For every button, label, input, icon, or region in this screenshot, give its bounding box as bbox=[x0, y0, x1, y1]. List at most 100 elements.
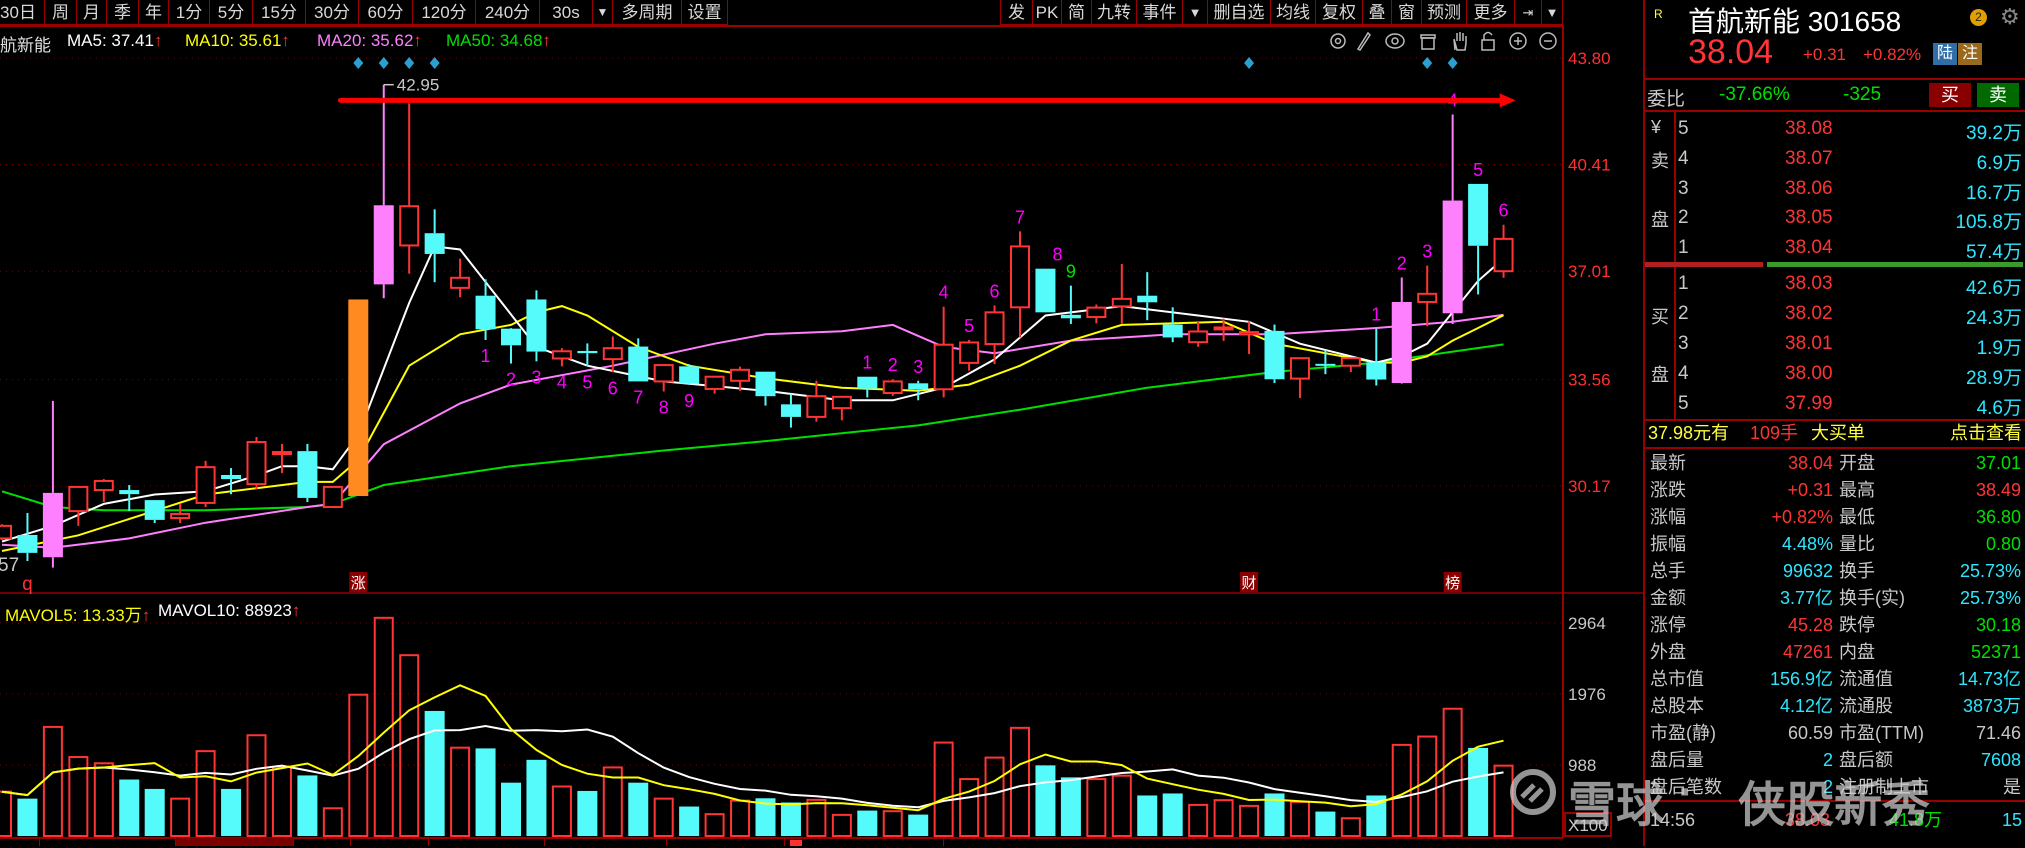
event-marker[interactable]: 涨 bbox=[351, 575, 366, 592]
stat-value: 99632 bbox=[1782, 561, 1833, 581]
eye-icon[interactable] bbox=[1385, 33, 1405, 49]
ask-price[interactable]: 38.04 bbox=[1785, 237, 1833, 259]
event-diamond-icon[interactable] bbox=[404, 57, 415, 69]
indicator-tab[interactable] bbox=[350, 838, 428, 846]
candle bbox=[322, 485, 343, 509]
bid-price[interactable]: 38.01 bbox=[1785, 333, 1833, 355]
indicator-tab[interactable] bbox=[544, 838, 666, 846]
volume-bar bbox=[551, 785, 572, 837]
candle-body bbox=[1060, 314, 1081, 319]
stat-label: 最低 bbox=[1839, 507, 1875, 527]
stat-label: 开盘 bbox=[1839, 453, 1875, 473]
ask-price[interactable]: 38.06 bbox=[1785, 178, 1833, 200]
candle bbox=[882, 379, 903, 396]
big-order-price: 37.98元有 bbox=[1648, 423, 1730, 443]
zoom-in-icon[interactable] bbox=[1509, 32, 1527, 50]
candle-body bbox=[1111, 297, 1132, 308]
candle bbox=[144, 500, 165, 524]
ask-ratio-bar bbox=[1645, 262, 1763, 267]
volume-bar bbox=[144, 788, 165, 836]
volume-bar bbox=[1417, 735, 1438, 837]
candle bbox=[1188, 321, 1209, 347]
stat-value: 25.73% bbox=[1959, 588, 2021, 608]
indicator-tab[interactable] bbox=[784, 838, 944, 846]
event-diamond-icon[interactable] bbox=[353, 57, 364, 69]
event-marker[interactable]: 财 bbox=[1242, 575, 1257, 592]
event-diamond-icon[interactable] bbox=[1422, 57, 1433, 69]
event-diamond-icon[interactable] bbox=[378, 57, 389, 69]
lock-icon[interactable] bbox=[1481, 31, 1495, 51]
volume-bar bbox=[1111, 774, 1132, 838]
stat-value: 30.18 bbox=[1975, 615, 2021, 635]
sell-button[interactable]: 卖 bbox=[1977, 83, 2019, 107]
ask-price[interactable]: 38.08 bbox=[1785, 118, 1833, 140]
bid-price[interactable]: 38.03 bbox=[1785, 273, 1833, 295]
bid-price[interactable]: 38.02 bbox=[1785, 303, 1833, 325]
indicator-tab[interactable] bbox=[428, 838, 544, 846]
gear-icon[interactable]: ⚙ bbox=[2000, 4, 2020, 30]
bid-level: 5 bbox=[1678, 393, 1689, 414]
td-sequence-label: 6 bbox=[1499, 201, 1509, 221]
indicator-tab[interactable] bbox=[293, 838, 350, 846]
bid-price[interactable]: 37.99 bbox=[1785, 393, 1833, 415]
candle-body bbox=[322, 485, 343, 509]
bid-level: 1 bbox=[1678, 273, 1689, 294]
candle-body bbox=[1417, 292, 1438, 303]
basket-icon[interactable] bbox=[1420, 34, 1436, 50]
volume-bar bbox=[704, 813, 725, 838]
view-big-order-link[interactable]: 点击查看 bbox=[1950, 423, 2022, 443]
volume-bar bbox=[93, 762, 114, 838]
pen-icon[interactable] bbox=[1356, 31, 1371, 51]
candle-body bbox=[195, 466, 216, 504]
indicator-tab[interactable] bbox=[666, 838, 784, 846]
candle-body bbox=[501, 328, 521, 346]
stat-value: 52371 bbox=[1970, 642, 2021, 662]
stat-label: 市盈(静) bbox=[1650, 723, 1716, 743]
event-marker[interactable]: q bbox=[22, 574, 33, 595]
kline-chart[interactable]: 43.8040.4137.0133.5630.1729641976988X100… bbox=[0, 0, 1643, 846]
candle bbox=[501, 328, 521, 364]
volume-bar bbox=[501, 782, 521, 836]
event-diamond-icon[interactable] bbox=[429, 57, 440, 69]
volume-unit-label: X100 bbox=[1568, 816, 1608, 835]
stat-value: 4.48% bbox=[1781, 534, 1833, 554]
indicator-tab[interactable] bbox=[39, 838, 175, 846]
volume-bar bbox=[857, 810, 878, 836]
ask-level: 2 bbox=[1678, 207, 1689, 228]
ask-price[interactable]: 38.05 bbox=[1785, 207, 1833, 229]
notification-badge[interactable]: 2 bbox=[1970, 9, 1987, 26]
price-tick-label: 40.41 bbox=[1568, 155, 1611, 174]
candle-body bbox=[1162, 324, 1183, 338]
price-tick-label: 37.01 bbox=[1568, 262, 1611, 281]
volume-bar bbox=[526, 759, 547, 836]
bid-price[interactable]: 38.00 bbox=[1785, 363, 1833, 385]
bid-level: 2 bbox=[1678, 303, 1689, 324]
stat-value: 7608 bbox=[1980, 750, 2021, 770]
event-marker[interactable]: 榜 bbox=[1445, 575, 1460, 592]
candle bbox=[628, 338, 649, 382]
candle-body bbox=[42, 492, 63, 558]
candle bbox=[704, 375, 725, 394]
price-change-pct: +0.82% bbox=[1863, 45, 1922, 64]
gear-icon[interactable] bbox=[1330, 33, 1346, 49]
volume-bar bbox=[1239, 804, 1260, 837]
zoom-out-icon[interactable] bbox=[1539, 32, 1557, 50]
stat-label: 内盘 bbox=[1839, 642, 1875, 662]
event-diamond-icon[interactable] bbox=[1447, 57, 1458, 69]
candle bbox=[17, 512, 38, 562]
ask-volume: 57.4万 bbox=[1966, 242, 2022, 263]
indicator-tab-active[interactable] bbox=[175, 838, 293, 846]
candle bbox=[424, 209, 445, 283]
ask-price[interactable]: 38.07 bbox=[1785, 148, 1833, 170]
candle-body bbox=[1340, 357, 1361, 367]
event-diamond-icon[interactable] bbox=[1244, 57, 1255, 69]
quote-panel: R 首航新能 301658 2 ⚙ 38.04 +0.31 +0.82% 陆 注… bbox=[1643, 0, 2025, 846]
ask-volume: 105.8万 bbox=[1955, 212, 2022, 233]
buy-button[interactable]: 买 bbox=[1929, 83, 1971, 107]
candle bbox=[755, 371, 776, 406]
hand-icon[interactable] bbox=[1453, 32, 1467, 51]
candle bbox=[1417, 265, 1438, 327]
stat-value: 47261 bbox=[1782, 642, 1833, 662]
stat-value: 156.9亿 bbox=[1769, 669, 1833, 689]
volume-bar bbox=[297, 775, 318, 836]
